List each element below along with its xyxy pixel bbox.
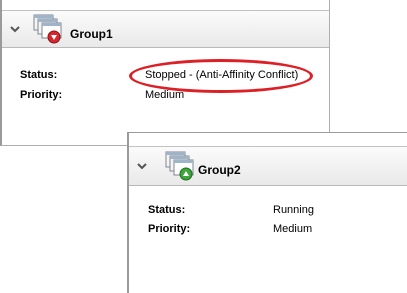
group-running-icon bbox=[165, 151, 194, 181]
chevron-down-icon[interactable] bbox=[9, 23, 21, 35]
chevron-down-icon[interactable] bbox=[136, 160, 148, 172]
group1-status-label: Status: bbox=[20, 69, 58, 81]
status-highlight-ellipse bbox=[129, 59, 313, 93]
group2-header[interactable]: Group2 bbox=[129, 146, 407, 186]
group2-panel: Group2 Status: Running Priority: Medium bbox=[127, 132, 407, 293]
group2-priority-label: Priority: bbox=[148, 223, 191, 235]
group-stopped-icon bbox=[33, 14, 62, 44]
group1-title: Group1 bbox=[70, 27, 113, 41]
group2-title: Group2 bbox=[198, 163, 241, 177]
group2-status-value: Running bbox=[273, 204, 314, 216]
group1-priority-label: Priority: bbox=[20, 89, 63, 101]
group2-status-label: Status: bbox=[148, 204, 186, 216]
group1-panel: Group1 Status: Stopped - (Anti-Affinity … bbox=[0, 0, 330, 146]
group1-header[interactable]: Group1 bbox=[2, 10, 329, 48]
group2-priority-value: Medium bbox=[273, 223, 313, 235]
